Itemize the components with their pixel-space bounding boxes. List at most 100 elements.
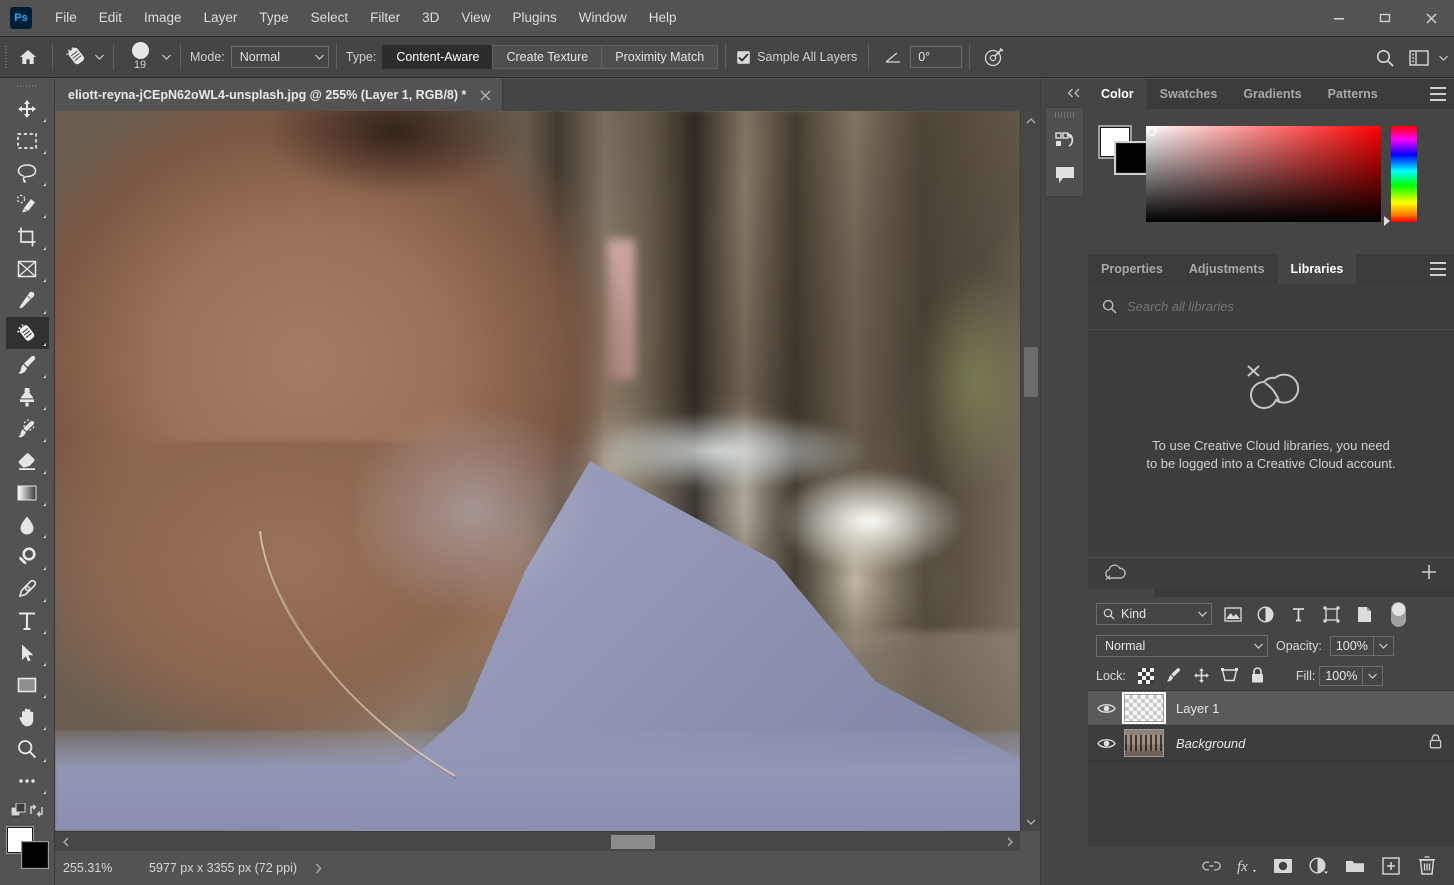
lock-all-icon[interactable] [1246,664,1270,688]
type-tool[interactable] [6,605,49,637]
menu-view[interactable]: View [450,0,501,36]
layer-styles-fx-icon[interactable]: fx [1234,853,1260,879]
hand-tool[interactable] [6,701,49,733]
frame-tool[interactable] [6,253,49,285]
horizontal-scroll-thumb[interactable] [611,835,655,849]
brush-size-preview[interactable]: 19 [121,40,159,74]
brush-tool[interactable] [6,349,49,381]
tools-panel-grip[interactable] [0,79,54,93]
libraries-panel-menu-icon[interactable] [1430,262,1446,276]
new-layer-icon[interactable] [1378,853,1404,879]
tool-preset-picker[interactable] [60,44,106,70]
search-input[interactable] [1127,299,1440,314]
gradient-tool[interactable] [6,477,49,509]
opacity-chevron-icon[interactable] [1374,636,1394,656]
close-button[interactable] [1408,0,1454,36]
maximize-restore-button[interactable] [1362,0,1408,36]
menu-image[interactable]: Image [133,0,193,36]
move-tool[interactable] [6,93,49,125]
lasso-tool[interactable] [6,157,49,189]
opacity-value[interactable]: 100% [1330,636,1374,656]
tab-swatches[interactable]: Swatches [1147,79,1231,109]
pen-tool[interactable] [6,573,49,605]
options-bar-grip[interactable] [0,36,11,78]
fill-value[interactable]: 100% [1319,666,1363,686]
layer-name[interactable]: Layer 1 [1176,701,1442,716]
blur-tool[interactable] [6,509,49,541]
collapse-panels-button[interactable] [1041,79,1088,107]
layer-filter-kind-select[interactable]: Kind [1096,603,1212,625]
path-selection-tool[interactable] [6,637,49,669]
new-adjustment-layer-icon[interactable] [1306,853,1332,879]
tab-color[interactable]: Color [1088,79,1147,109]
add-layer-mask-icon[interactable] [1270,853,1296,879]
filter-shape-layers-icon[interactable] [1319,602,1344,626]
workspace-switcher-icon[interactable] [1402,43,1436,73]
zoom-tool[interactable] [6,733,49,765]
tab-adjustments[interactable]: Adjustments [1176,254,1278,284]
type-proximity-match-button[interactable]: Proximity Match [601,45,718,69]
close-icon[interactable] [478,88,492,102]
layer-blend-mode-select[interactable]: Normal [1096,635,1268,657]
background-color-swatch[interactable] [22,842,48,868]
menu-help[interactable]: Help [638,0,688,36]
layer-thumbnail[interactable] [1124,694,1164,722]
delete-layer-icon[interactable] [1414,853,1440,879]
default-colors-icon[interactable] [11,803,27,822]
filter-smart-objects-icon[interactable] [1352,602,1377,626]
layer-name[interactable]: Background [1176,736,1429,751]
minimize-button[interactable] [1316,0,1362,36]
history-brush-tool[interactable] [6,413,49,445]
scroll-up-icon[interactable] [1021,111,1040,129]
edit-toolbar-tool[interactable] [6,765,49,797]
history-panel-icon[interactable] [1050,128,1080,154]
workspace-chevron-icon[interactable] [1436,55,1450,61]
pressure-for-size-icon[interactable] [977,42,1011,72]
document-tab[interactable]: eliott-reyna-jCEpN62oWL4-unsplash.jpg @ … [55,79,503,111]
fill-chevron-icon[interactable] [1363,666,1383,686]
color-field[interactable] [1146,126,1381,222]
tool-preset-chevron-icon[interactable] [92,54,106,60]
crop-tool[interactable] [6,221,49,253]
layer-lock-icon[interactable] [1429,734,1442,752]
lock-nesting-icon[interactable] [1218,664,1242,688]
checkbox-box[interactable] [737,51,750,64]
blend-mode-select[interactable]: Normal [231,46,329,68]
rectangle-tool[interactable] [6,669,49,701]
canvas-vertical-scrollbar[interactable] [1020,111,1040,831]
lock-image-pixels-icon[interactable] [1162,664,1186,688]
color-panel-menu-icon[interactable] [1430,87,1446,101]
filter-type-layers-icon[interactable] [1286,602,1311,626]
menu-plugins[interactable]: Plugins [501,0,567,36]
status-expand-icon[interactable] [307,863,329,874]
zoom-level[interactable]: 255.31% [55,861,139,875]
clone-stamp-tool[interactable] [6,381,49,413]
link-layers-icon[interactable] [1198,853,1224,879]
filter-pixel-layers-icon[interactable] [1220,602,1245,626]
menu-select[interactable]: Select [300,0,360,36]
rail-grip[interactable] [1055,112,1075,118]
rectangular-marquee-tool[interactable] [6,125,49,157]
menu-edit[interactable]: Edit [88,0,133,36]
dodge-tool[interactable] [6,541,49,573]
menu-layer[interactable]: Layer [193,0,249,36]
new-group-icon[interactable] [1342,853,1368,879]
brush-picker-chevron-icon[interactable] [159,54,173,60]
layer-visibility-toggle[interactable] [1088,737,1124,750]
filter-adjustment-layers-icon[interactable] [1253,602,1278,626]
swap-colors-icon[interactable] [29,803,44,821]
home-icon[interactable] [11,42,45,72]
type-content-aware-button[interactable]: Content-Aware [382,45,492,69]
filter-toggle-switch[interactable] [1391,602,1406,627]
image-canvas[interactable] [55,111,1020,831]
tab-gradients[interactable]: Gradients [1230,79,1314,109]
cloud-offline-icon[interactable] [1104,564,1126,583]
comments-panel-icon[interactable] [1050,162,1080,188]
background-swatch[interactable] [1116,143,1146,173]
menu-file[interactable]: File [44,0,88,36]
foreground-background-color-picker[interactable] [5,825,49,869]
scroll-down-icon[interactable] [1021,813,1040,831]
eraser-tool[interactable] [6,445,49,477]
scroll-left-icon[interactable] [55,832,75,851]
spot-healing-brush-tool[interactable] [6,317,49,349]
